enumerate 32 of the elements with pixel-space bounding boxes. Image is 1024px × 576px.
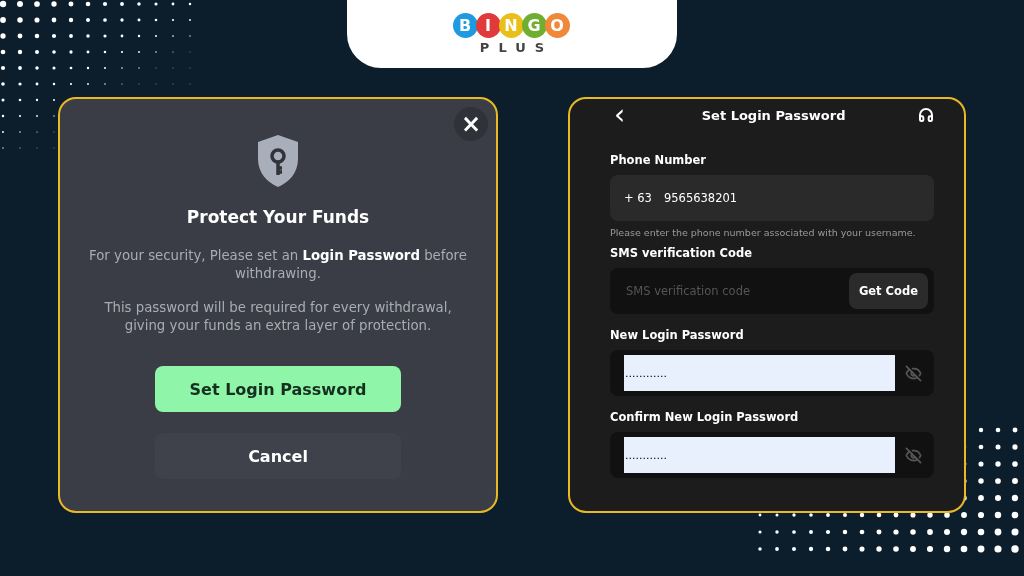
close-button[interactable]: × xyxy=(454,107,488,141)
dialog-message: For your security, Please set an Login Password before withdrawing. xyxy=(88,247,468,283)
field-label: Phone Number xyxy=(610,153,707,167)
eye-off-icon[interactable] xyxy=(905,364,922,382)
logo-letter: N xyxy=(498,13,524,38)
sms-code-field[interactable]: SMS verification code Get Code xyxy=(610,268,934,314)
form-title: Set Login Password xyxy=(701,107,846,123)
password-field[interactable]: ............ xyxy=(610,432,934,478)
set-password-button[interactable]: Set Login Password xyxy=(155,366,401,412)
headset-icon[interactable] xyxy=(918,107,934,123)
field-label: Confirm New Login Password xyxy=(610,410,800,424)
cancel-button[interactable]: Cancel xyxy=(155,433,401,479)
phone-input[interactable]: 9565638201 xyxy=(661,190,920,206)
field-label: SMS verification Code xyxy=(610,246,753,260)
phone-field[interactable]: + 63 9565638201 xyxy=(610,175,934,221)
password-input[interactable]: ............ xyxy=(624,437,895,473)
password-field[interactable]: ............ xyxy=(610,350,934,396)
eye-off-icon[interactable] xyxy=(905,446,922,464)
logo-letter: G xyxy=(521,13,547,38)
field-hint: Please enter the phone number associated with your username. xyxy=(610,227,917,238)
dialog-note: This password will be required for every withdrawal, giving your funds an extra layer of protection. xyxy=(103,299,453,335)
dialog-title: Protect Your Funds xyxy=(186,207,370,227)
back-button[interactable]: ‹ xyxy=(610,103,630,127)
get-code-button[interactable]: Get Code xyxy=(848,273,928,309)
password-input[interactable]: ............ xyxy=(624,355,895,391)
country-code: + 63 xyxy=(624,191,652,205)
logo-letter: I xyxy=(475,13,501,38)
logo-letter: O xyxy=(544,13,570,38)
logo-letter: B xyxy=(452,13,478,38)
logo-subtitle: PLUS xyxy=(479,40,554,55)
field-label: New Login Password xyxy=(610,328,745,342)
sms-code-input[interactable]: SMS verification code xyxy=(624,283,839,299)
